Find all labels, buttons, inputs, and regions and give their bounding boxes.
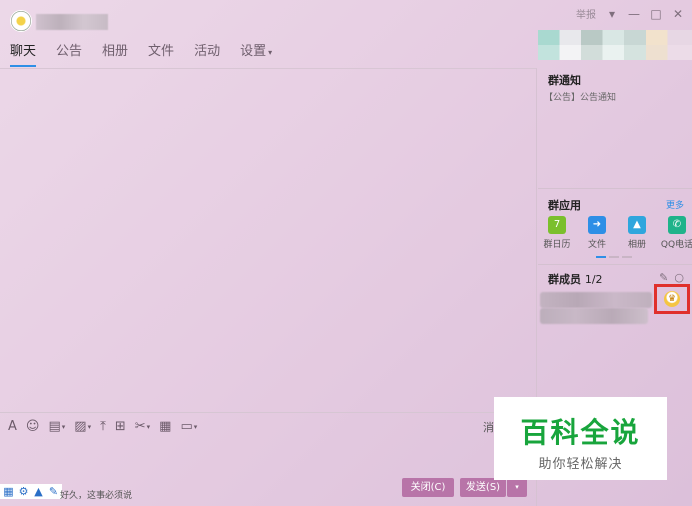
minimize-icon[interactable]: — xyxy=(628,8,640,20)
members-label: 群成员 xyxy=(548,273,581,286)
screen-share-icon[interactable]: ▭ ▾ xyxy=(180,419,197,434)
group-notice-text[interactable]: 【公告】公告通知 xyxy=(544,90,616,103)
watermark-title: 百科全说 xyxy=(520,416,641,449)
picture-icon: ▲ xyxy=(628,216,646,234)
scissors-icon[interactable]: ✂ ▾ xyxy=(135,419,150,434)
keyboard-icon[interactable]: ▦ xyxy=(2,485,15,498)
menu-dropdown-icon[interactable]: ▾ xyxy=(606,8,618,20)
member-row-redacted[interactable] xyxy=(540,308,648,324)
edit-icon[interactable]: ✎ xyxy=(659,271,668,284)
tab-label: 设置 xyxy=(240,44,267,59)
app-qq-call[interactable]: ✆ QQ电话 xyxy=(660,216,692,250)
tab-label: 相册 xyxy=(102,44,129,59)
search-icon[interactable]: ○ xyxy=(674,271,684,284)
tab-album[interactable]: 相册 xyxy=(102,40,128,67)
tab-label: 文件 xyxy=(148,44,175,59)
image-icon[interactable]: ▨ ▾ xyxy=(74,419,91,434)
watermark-subtitle: 助你轻松解决 xyxy=(538,457,623,472)
group-members-title: 群成员 1/2 xyxy=(548,271,603,287)
gif-icon[interactable]: ▤ ▾ xyxy=(48,419,65,434)
app-label: 群日历 xyxy=(543,240,571,250)
watermark-logo: 百科全说 助你轻松解决 xyxy=(494,397,667,480)
emoji-icon[interactable]: ☺ xyxy=(26,419,40,434)
group-name-redacted xyxy=(36,14,108,30)
archive-icon[interactable]: ▦ xyxy=(159,419,171,434)
report-link[interactable]: 举报 xyxy=(576,6,596,21)
group-notice-title: 群通知 xyxy=(548,74,581,87)
tab-bar: 聊天 公告 相册 文件 活动 设置 ▾ xyxy=(10,40,272,67)
divider xyxy=(538,188,692,189)
message-area[interactable] xyxy=(0,68,537,412)
close-button[interactable]: 关闭(C) xyxy=(402,478,454,497)
gift-icon[interactable]: ⊞ xyxy=(115,419,126,434)
input-hint: 好久，这事必须说 xyxy=(60,491,133,501)
send-options-button[interactable]: ▾ xyxy=(507,478,527,497)
tab-settings[interactable]: 设置 ▾ xyxy=(240,40,272,67)
message-history-link[interactable]: 消 xyxy=(483,419,494,435)
group-avatar[interactable] xyxy=(10,10,32,32)
wrench-icon[interactable]: ✎ xyxy=(47,485,60,498)
close-icon[interactable]: ✕ xyxy=(672,8,684,20)
send-button[interactable]: 发送(S) xyxy=(460,478,506,497)
maximize-icon[interactable]: □ xyxy=(650,8,662,20)
tab-files[interactable]: 文件 xyxy=(148,40,174,67)
shirt-icon[interactable]: ▲ xyxy=(32,485,45,498)
window-controls: 举报 ▾ — □ ✕ xyxy=(576,6,684,22)
qq-group-chat-window: 举报 ▾ — □ ✕ 聊天 公告 相册 文件 活动 设置 ▾ A ☺ ▤ ▾ ▨ ▾ … xyxy=(0,0,692,506)
tab-label: 聊天 xyxy=(10,44,37,59)
chevron-down-icon: ▾ xyxy=(268,48,273,57)
group-apps-list: 7 群日历 ➜ 文件 ▲ 相册 ✆ QQ电话 xyxy=(542,216,692,250)
app-calendar[interactable]: 7 群日历 xyxy=(542,216,572,250)
owner-highlight: ♛ xyxy=(654,284,690,314)
calendar-icon: 7 xyxy=(548,216,566,234)
cart-icon[interactable]: ⚙ xyxy=(17,485,30,498)
group-apps-more-link[interactable]: 更多 xyxy=(666,198,684,211)
title-bar: 举报 ▾ — □ ✕ xyxy=(0,0,692,34)
app-album[interactable]: ▲ 相册 xyxy=(622,216,652,250)
tab-label: 活动 xyxy=(194,44,221,59)
app-label: 文件 xyxy=(587,240,606,250)
apps-pager[interactable] xyxy=(596,256,632,258)
tab-label: 公告 xyxy=(56,44,83,59)
app-label: QQ电话 xyxy=(660,240,692,250)
member-tools: ✎ ○ xyxy=(659,271,684,284)
font-icon[interactable]: A xyxy=(8,419,17,434)
redacted-banner xyxy=(538,30,692,60)
member-row-redacted[interactable] xyxy=(540,292,652,308)
tab-chat[interactable]: 聊天 xyxy=(10,40,37,67)
folder-icon: ➜ xyxy=(588,216,606,234)
divider xyxy=(538,264,692,265)
tab-announcement[interactable]: 公告 xyxy=(56,40,82,67)
app-files[interactable]: ➜ 文件 xyxy=(582,216,612,250)
group-owner-icon[interactable]: ♛ xyxy=(664,291,680,307)
bottom-quick-icons: ▦ ⚙ ▲ ✎ xyxy=(0,484,62,499)
group-apps-title: 群应用 xyxy=(548,199,581,212)
input-toolbar: A ☺ ▤ ▾ ▨ ▾ ⤒ ⊞ ✂ ▾ ▦ ▭ ▾ xyxy=(0,412,537,440)
tab-activities[interactable]: 活动 xyxy=(194,40,220,67)
phone-icon: ✆ xyxy=(668,216,686,234)
app-label: 相册 xyxy=(627,240,646,250)
upload-icon[interactable]: ⤒ xyxy=(100,419,106,434)
members-count: 1/2 xyxy=(584,273,603,286)
